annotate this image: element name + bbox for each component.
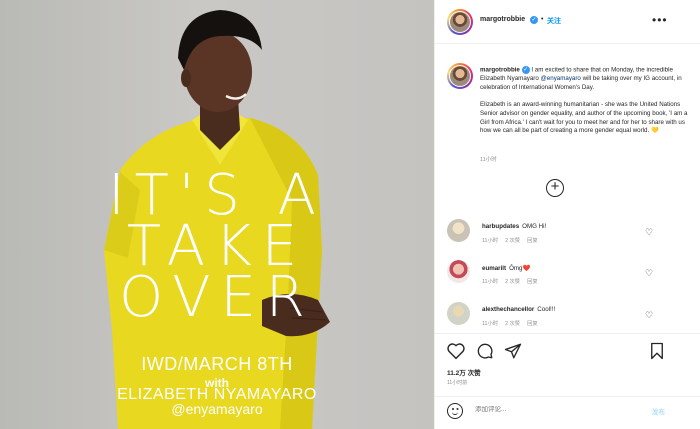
caption-timestamp: 11小时 (480, 157, 497, 163)
date-line: IWD/MARCH 8TH (141, 354, 293, 374)
like-heart-icon[interactable] (446, 342, 466, 360)
post-actions: 11.2万 次赞 11小时前 发布 (435, 333, 700, 429)
caption-username[interactable]: margotrobbie (480, 67, 520, 74)
caption-avatar[interactable] (447, 63, 473, 89)
comment-username[interactable]: harbupdates (482, 223, 519, 230)
load-more-comments-icon[interactable]: + (546, 179, 564, 197)
caption-paragraph-2: Elizabeth is an award-winning humanitari… (480, 101, 688, 135)
comment-like-icon[interactable]: ♡ (645, 227, 653, 238)
post-header: margotrobbie ✓ • 关注 ••• (435, 0, 700, 44)
add-comment-bar: 发布 (435, 396, 700, 429)
post-timestamp: 11小时前 (447, 380, 468, 386)
commenter-avatar[interactable] (447, 302, 470, 325)
instagram-post-view: IT'S A TAKE OVER IWD/MARCH 8TH with ELIZ… (0, 0, 700, 429)
post-side-panel: margotrobbie ✓ • 关注 ••• margotrobbie ✓ I… (434, 0, 700, 429)
comment-bubble-icon[interactable] (476, 342, 494, 360)
reply-button[interactable]: 回复 (527, 238, 538, 244)
handle-line: @enyamayaro (171, 401, 263, 417)
comment-text: Ômg❤️ (509, 265, 531, 272)
author-avatar[interactable] (447, 9, 473, 35)
comment-likes[interactable]: 2 次赞 (505, 279, 520, 285)
follow-button[interactable]: 关注 (547, 16, 561, 26)
header-separator: • (541, 16, 544, 23)
post-comment-button[interactable]: 发布 (652, 406, 665, 416)
comment-text: Cool!!! (537, 306, 556, 313)
commenter-avatar[interactable] (447, 219, 470, 242)
caption-verified-icon: ✓ (521, 66, 530, 74)
share-paper-plane-icon[interactable] (504, 342, 522, 360)
post-image[interactable]: IT'S A TAKE OVER IWD/MARCH 8TH with ELIZ… (0, 0, 434, 429)
comment-time: 11小时 (482, 321, 499, 327)
reply-button[interactable]: 回复 (527, 321, 538, 327)
comment-input[interactable] (475, 406, 635, 413)
comment-time: 11小时 (482, 279, 499, 285)
author-username[interactable]: margotrobbie (480, 16, 525, 23)
comment-text: OMG Hi! (522, 223, 547, 230)
save-bookmark-icon[interactable] (649, 342, 665, 360)
likes-count[interactable]: 11.2万 次赞 (447, 367, 481, 377)
comment-like-icon[interactable]: ♡ (645, 268, 653, 279)
takeover-line-3: OVER (119, 265, 315, 330)
comment-username[interactable]: alexthechancellor (482, 306, 534, 313)
comment-likes[interactable]: 2 次赞 (505, 321, 520, 327)
emoji-icon[interactable] (447, 403, 463, 419)
more-options-icon[interactable]: ••• (652, 13, 668, 27)
verified-badge-icon: ✓ (530, 16, 538, 24)
comment-username[interactable]: eumarilt (482, 265, 506, 272)
comment-likes[interactable]: 2 次赞 (505, 238, 520, 244)
post-caption: margotrobbie ✓ I am excited to share tha… (480, 66, 692, 144)
mention-link[interactable]: @enyamayaro (541, 75, 581, 82)
comment-item: eumarilt Ômg❤️ 11小时 2 次赞 回复 ♡ (435, 260, 700, 300)
comment-time: 11小时 (482, 238, 499, 244)
reply-button[interactable]: 回复 (527, 279, 538, 285)
commenter-avatar[interactable] (447, 260, 470, 283)
comment-item: harbupdates OMG Hi! 11小时 2 次赞 回复 ♡ (435, 219, 700, 259)
comment-like-icon[interactable]: ♡ (645, 310, 653, 321)
